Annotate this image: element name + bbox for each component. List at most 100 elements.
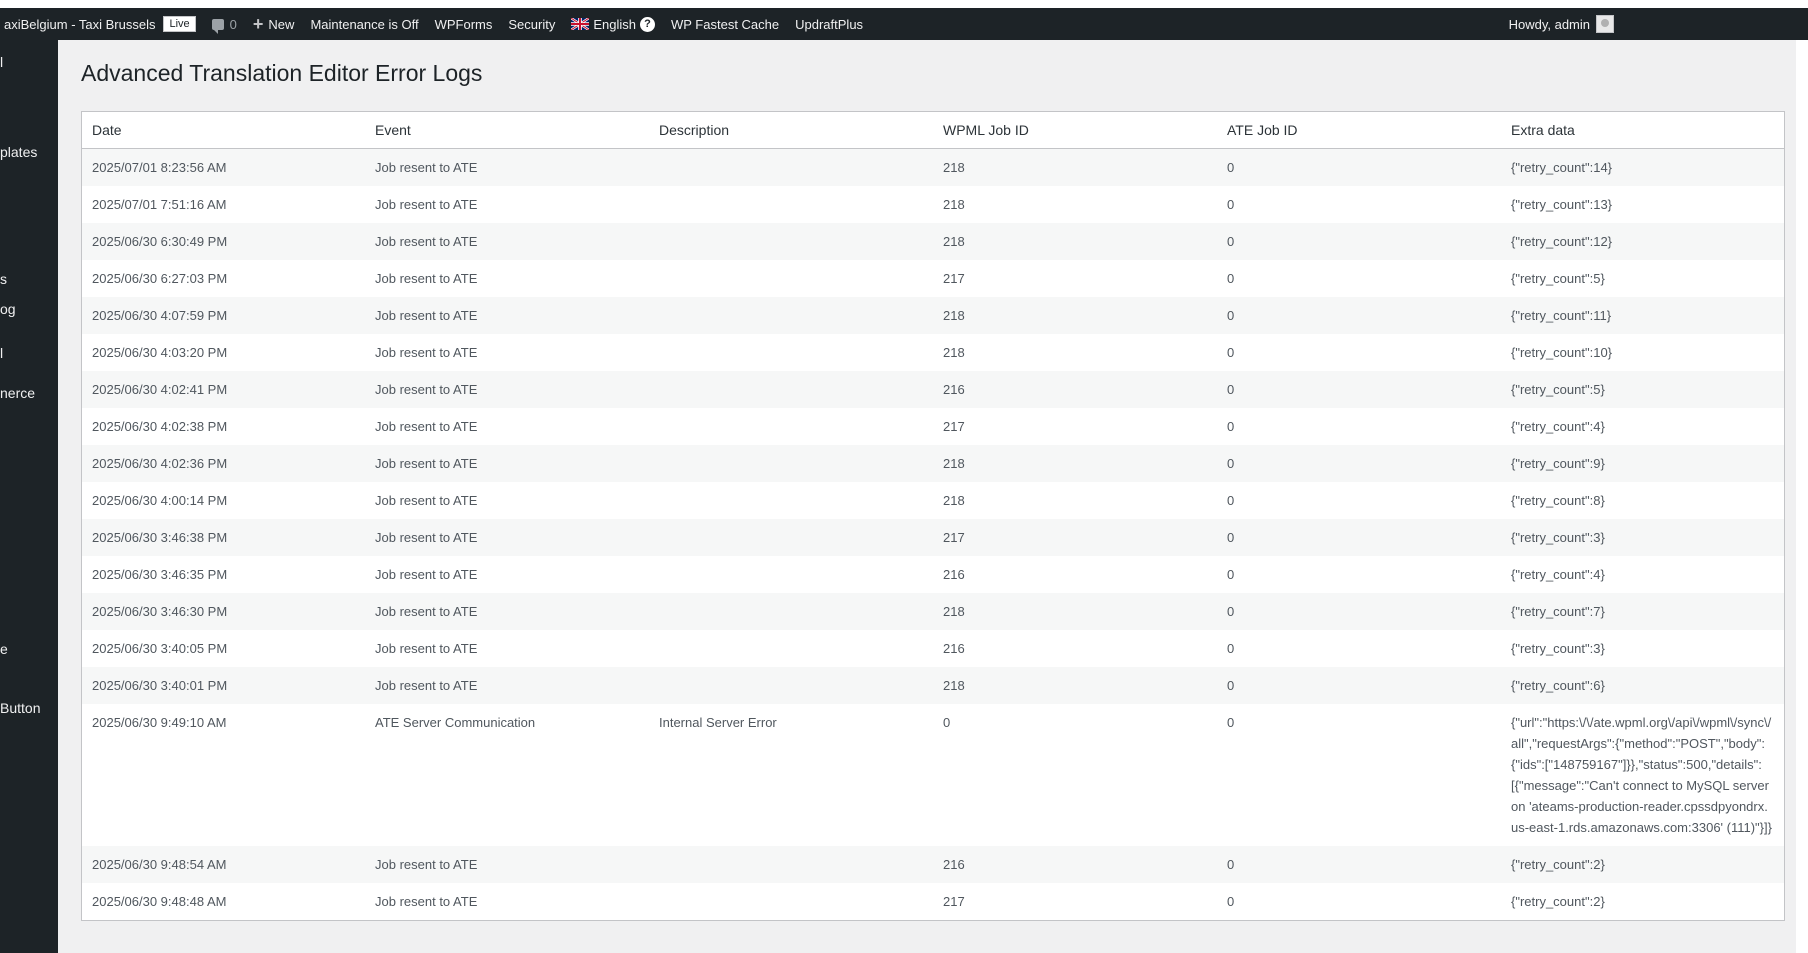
cell-extra-data: {"retry_count":10} [1501, 334, 1784, 371]
cell-wpml-job-id: 218 [933, 186, 1217, 223]
table-row: 2025/06/30 4:07:59 PM Job resent to ATE … [82, 297, 1784, 334]
sidebar-item-1[interactable]: l [0, 54, 3, 70]
cell-date: 2025/06/30 9:48:48 AM [82, 883, 365, 920]
cell-date: 2025/06/30 4:07:59 PM [82, 297, 365, 334]
sidebar-item-commerce[interactable]: nerce [0, 385, 35, 401]
cell-wpml-job-id: 218 [933, 445, 1217, 482]
cell-event: Job resent to ATE [365, 556, 649, 593]
avatar [1596, 15, 1614, 33]
cell-wpml-job-id: 218 [933, 297, 1217, 334]
table-row: 2025/06/30 4:02:36 PM Job resent to ATE … [82, 445, 1784, 482]
plus-icon: + [252, 14, 264, 34]
table-row: 2025/06/30 4:02:38 PM Job resent to ATE … [82, 408, 1784, 445]
cell-ate-job-id: 0 [1217, 593, 1501, 630]
cell-ate-job-id: 0 [1217, 260, 1501, 297]
cell-wpml-job-id: 216 [933, 630, 1217, 667]
cell-extra-data: {"retry_count":6} [1501, 667, 1784, 704]
table-row: 2025/06/30 4:00:14 PM Job resent to ATE … [82, 482, 1784, 519]
cell-ate-job-id: 0 [1217, 371, 1501, 408]
sidebar-item-5[interactable]: l [0, 345, 3, 361]
cell-ate-job-id: 0 [1217, 519, 1501, 556]
cell-event: ATE Server Communication [365, 704, 649, 846]
cell-extra-data: {"retry_count":12} [1501, 223, 1784, 260]
header-event: Event [365, 112, 649, 149]
sidebar-item-templates[interactable]: plates [0, 144, 37, 160]
cell-description [649, 445, 933, 482]
cell-extra-data: {"retry_count":5} [1501, 371, 1784, 408]
cell-extra-data: {"retry_count":13} [1501, 186, 1784, 223]
cell-extra-data: {"retry_count":3} [1501, 519, 1784, 556]
language-label: English [593, 16, 636, 32]
updraftplus-label: UpdraftPlus [795, 16, 864, 32]
maintenance-link[interactable]: Maintenance is Off [302, 8, 426, 40]
cell-event: Job resent to ATE [365, 445, 649, 482]
cell-ate-job-id: 0 [1217, 883, 1501, 920]
site-name-link[interactable]: axiBelgium - Taxi Brussels Live [0, 8, 204, 40]
cell-ate-job-id: 0 [1217, 556, 1501, 593]
security-link[interactable]: Security [500, 8, 563, 40]
cell-event: Job resent to ATE [365, 260, 649, 297]
cell-description: Internal Server Error [649, 704, 933, 846]
cell-date: 2025/06/30 3:46:35 PM [82, 556, 365, 593]
cell-description [649, 556, 933, 593]
cell-extra-data: {"retry_count":14} [1501, 148, 1784, 186]
cell-date: 2025/06/30 9:48:54 AM [82, 846, 365, 883]
cell-date: 2025/07/01 8:23:56 AM [82, 148, 365, 186]
cell-extra-data: {"retry_count":2} [1501, 846, 1784, 883]
cell-ate-job-id: 0 [1217, 186, 1501, 223]
sidebar-item-log[interactable]: og [0, 301, 16, 317]
cell-date: 2025/06/30 4:02:41 PM [82, 371, 365, 408]
comment-icon [211, 18, 224, 34]
sidebar-item-7[interactable]: e [0, 641, 8, 657]
site-name-label: axiBelgium - Taxi Brussels [4, 16, 156, 32]
cell-date: 2025/06/30 4:00:14 PM [82, 482, 365, 519]
cell-description [649, 297, 933, 334]
wp-fastest-cache-link[interactable]: WP Fastest Cache [663, 8, 787, 40]
my-account-link[interactable]: Howdy, admin [1501, 8, 1622, 40]
cell-wpml-job-id: 216 [933, 556, 1217, 593]
cell-description [649, 186, 933, 223]
table-row: 2025/07/01 7:51:16 AM Job resent to ATE … [82, 186, 1784, 223]
cell-event: Job resent to ATE [365, 846, 649, 883]
top-strip [0, 0, 1808, 8]
cell-event: Job resent to ATE [365, 223, 649, 260]
cell-wpml-job-id: 218 [933, 667, 1217, 704]
cell-extra-data: {"retry_count":4} [1501, 556, 1784, 593]
admin-sidebar: l plates s og l nerce e Button [0, 40, 58, 953]
cell-description [649, 148, 933, 186]
cell-extra-data: {"retry_count":8} [1501, 482, 1784, 519]
cell-ate-job-id: 0 [1217, 704, 1501, 846]
new-content-link[interactable]: + New [245, 8, 303, 40]
cell-event: Job resent to ATE [365, 334, 649, 371]
cell-wpml-job-id: 216 [933, 846, 1217, 883]
cell-wpml-job-id: 0 [933, 704, 1217, 846]
header-ate-job-id: ATE Job ID [1217, 112, 1501, 149]
security-label: Security [508, 16, 556, 32]
language-switcher[interactable]: English ? [563, 8, 663, 40]
cell-description [649, 371, 933, 408]
error-log-table: Date Event Description WPML Job ID ATE J… [81, 111, 1785, 921]
cell-date: 2025/06/30 4:03:20 PM [82, 334, 365, 371]
sidebar-item-3[interactable]: s [0, 271, 7, 287]
cell-description [649, 519, 933, 556]
cell-description [649, 260, 933, 297]
new-label: New [268, 16, 295, 32]
wpforms-link[interactable]: WPForms [427, 8, 501, 40]
cell-wpml-job-id: 217 [933, 519, 1217, 556]
cell-wpml-job-id: 216 [933, 371, 1217, 408]
cell-extra-data: {"url":"https:\/\/ate.wpml.org\/api\/wpm… [1501, 704, 1784, 846]
table-row: 2025/06/30 4:03:20 PM Job resent to ATE … [82, 334, 1784, 371]
updraftplus-link[interactable]: UpdraftPlus [787, 8, 871, 40]
table-header-row: Date Event Description WPML Job ID ATE J… [82, 112, 1784, 149]
cell-extra-data: {"retry_count":2} [1501, 883, 1784, 920]
cell-event: Job resent to ATE [365, 482, 649, 519]
cell-extra-data: {"retry_count":11} [1501, 297, 1784, 334]
comments-link[interactable]: 0 [204, 8, 245, 40]
help-icon[interactable]: ? [639, 16, 655, 32]
cell-extra-data: {"retry_count":3} [1501, 630, 1784, 667]
table-row: 2025/06/30 3:46:38 PM Job resent to ATE … [82, 519, 1784, 556]
cell-date: 2025/06/30 6:30:49 PM [82, 223, 365, 260]
sidebar-item-button[interactable]: Button [0, 700, 40, 716]
cell-ate-job-id: 0 [1217, 408, 1501, 445]
cell-date: 2025/06/30 9:49:10 AM [82, 704, 365, 846]
